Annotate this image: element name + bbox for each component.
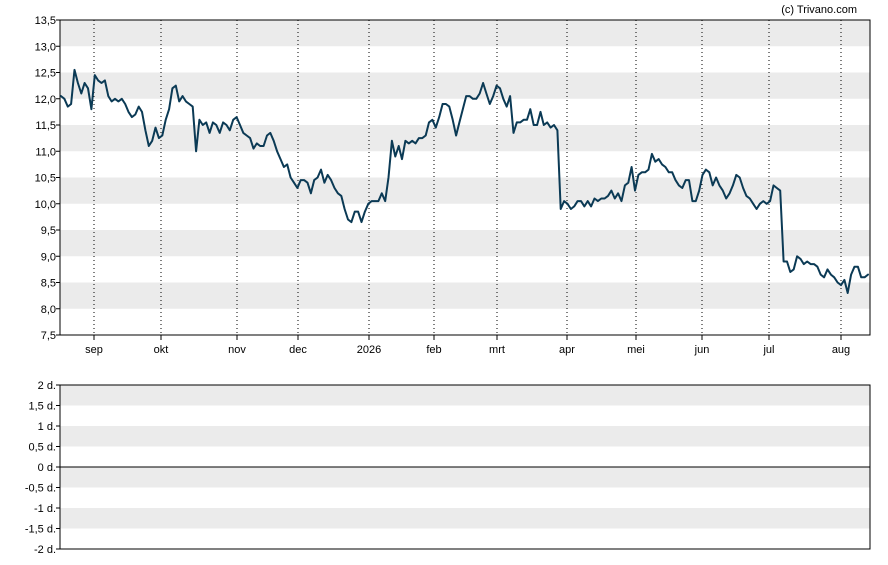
y-tick-label: 12,5: [35, 68, 56, 80]
x-tick-label: sep: [85, 344, 103, 356]
y-tick-label: 11,5: [35, 120, 56, 132]
x-tick-label: mei: [627, 344, 645, 356]
main-chart-bands: [60, 20, 870, 309]
y-tick-label: 10,0: [35, 199, 56, 211]
x-tick-label: apr: [559, 344, 575, 356]
y-tick-label: 1 d.: [38, 421, 56, 433]
lower-chart-y-axis: 2 d. 1,5 d. 1 d. 0,5 d. 0 d. -0,5 d. -1 d. -1,5…: [25, 380, 60, 556]
main-chart-band: [60, 177, 870, 204]
y-tick-label: 2 d.: [38, 380, 56, 392]
x-tick-label: jul: [762, 344, 774, 356]
y-tick-label: 8,0: [41, 304, 56, 316]
lower-chart-band: [60, 385, 870, 406]
main-chart-y-axis: 13,5 13,0 12,5 12,0 11,5 11,0 10,5 10,0 9,5 9,0 8,…: [35, 15, 60, 342]
main-chart: 13,5 13,0 12,5 12,0 11,5 11,0 10,5 10,0 9,5 9,0 8,…: [35, 4, 871, 356]
chart-credit: (c) Trivano.com: [781, 4, 857, 16]
y-tick-label: 0 d.: [38, 462, 56, 474]
y-tick-label: 12,0: [35, 94, 56, 106]
y-tick-label: -0,5 d.: [25, 483, 56, 495]
x-tick-label: mrt: [489, 344, 505, 356]
y-tick-label: 0,5 d.: [28, 442, 56, 454]
main-chart-band: [60, 20, 870, 47]
x-tick-label: feb: [426, 344, 441, 356]
x-tick-label: 2026: [357, 344, 381, 356]
lower-chart-band: [60, 426, 870, 447]
main-chart-band: [60, 72, 870, 99]
y-tick-label: -2 d.: [34, 544, 56, 556]
lower-chart-band: [60, 467, 870, 488]
main-chart-band: [60, 282, 870, 309]
main-chart-band: [60, 125, 870, 152]
main-chart-x-axis: sep okt nov dec 2026 feb mrt apr mei jun jul aug: [85, 335, 850, 356]
y-tick-label: 8,5: [41, 278, 56, 290]
y-tick-label: -1 d.: [34, 503, 56, 515]
y-tick-label: 13,0: [35, 41, 56, 53]
lower-chart-band: [60, 508, 870, 529]
y-tick-label: 9,5: [41, 225, 56, 237]
x-tick-label: dec: [289, 344, 307, 356]
y-tick-label: 13,5: [35, 15, 56, 27]
y-tick-label: 9,0: [41, 251, 56, 263]
main-chart-band: [60, 230, 870, 257]
y-tick-label: -1,5 d.: [25, 524, 56, 536]
y-tick-label: 7,5: [41, 330, 56, 342]
y-tick-label: 10,5: [35, 173, 56, 185]
lower-chart-bands: [60, 385, 870, 529]
x-tick-label: nov: [228, 344, 246, 356]
x-tick-label: aug: [832, 344, 850, 356]
chart-canvas: 13,5 13,0 12,5 12,0 11,5 11,0 10,5 10,0 9,5 9,0 8,…: [25, 4, 871, 556]
lower-chart: 2 d. 1,5 d. 1 d. 0,5 d. 0 d. -0,5 d. -1 d. -1,5…: [25, 380, 871, 556]
x-tick-label: jun: [694, 344, 710, 356]
y-tick-label: 11,0: [35, 146, 56, 158]
y-tick-label: 1,5 d.: [28, 401, 56, 413]
x-tick-label: okt: [154, 344, 169, 356]
